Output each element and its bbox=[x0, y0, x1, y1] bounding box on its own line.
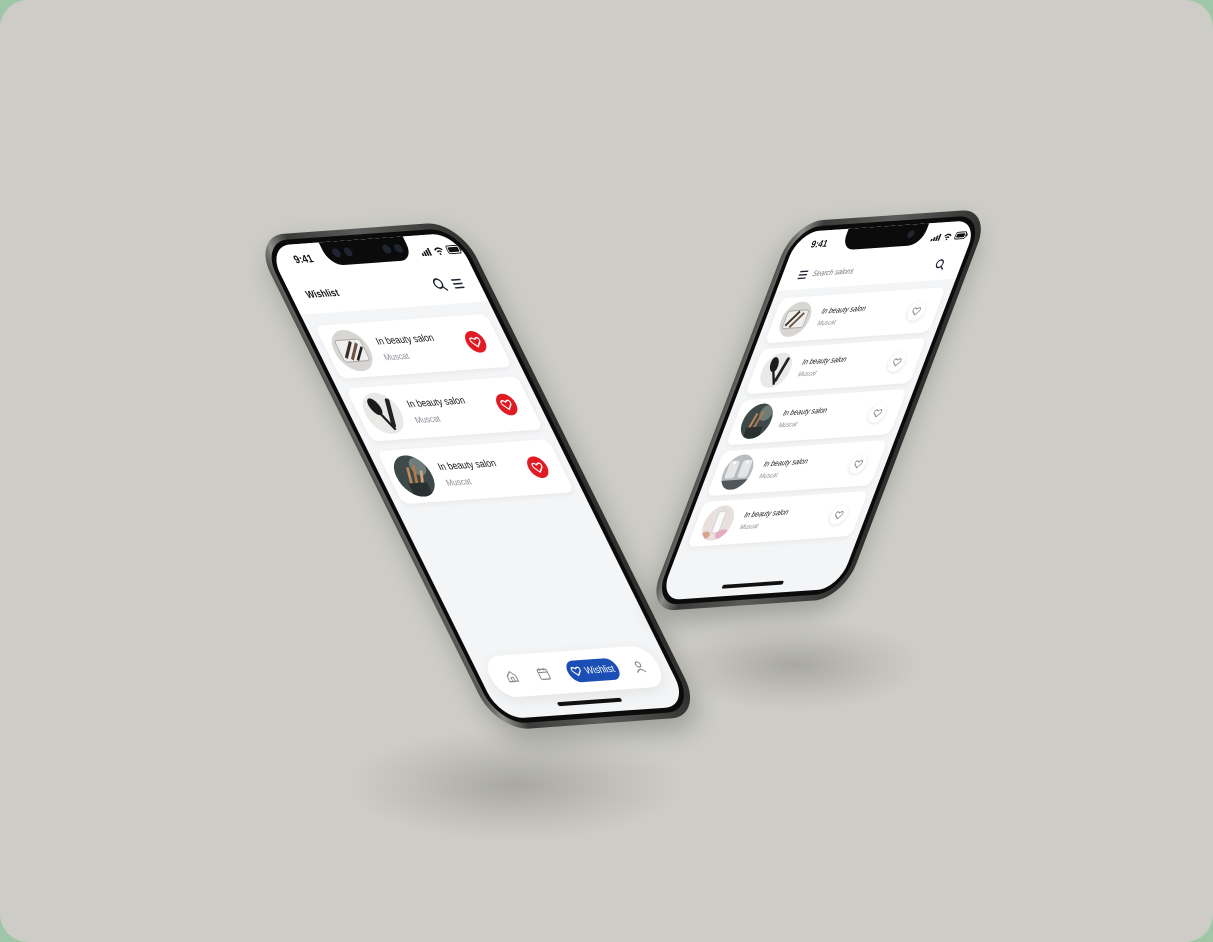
wishlist-phone-shadow bbox=[350, 730, 680, 840]
salon-city: Muscat bbox=[443, 476, 474, 488]
search-screen: 9:41 Search salons In beauty salon Musca… bbox=[658, 219, 979, 601]
salon-city: Muscat bbox=[757, 472, 779, 481]
brushes-in-cup-image bbox=[735, 402, 778, 440]
search-phone-shadow bbox=[670, 620, 920, 710]
favorite-button[interactable] bbox=[846, 453, 870, 475]
salon-city: Muscat bbox=[796, 370, 818, 379]
salon-city: Muscat bbox=[815, 319, 837, 328]
heart-icon bbox=[570, 666, 581, 677]
home-indicator bbox=[556, 697, 623, 707]
salon-name: In beauty salon bbox=[820, 303, 868, 316]
salon-city: Muscat bbox=[777, 421, 799, 430]
home-indicator bbox=[721, 580, 785, 589]
signal-icon bbox=[930, 233, 942, 241]
battery-icon bbox=[445, 244, 463, 255]
favorite-button[interactable] bbox=[461, 330, 491, 354]
salon-name: In beauty salon bbox=[743, 507, 791, 520]
tab-wishlist[interactable]: Wishlist bbox=[562, 657, 624, 683]
list-item[interactable]: In beauty salon Muscat bbox=[687, 490, 869, 548]
list-item[interactable]: In beauty salon Muscat bbox=[725, 388, 908, 446]
heart-icon bbox=[531, 461, 543, 473]
makeup-brushes-tray-image bbox=[324, 328, 381, 373]
menu-icon[interactable] bbox=[796, 270, 809, 280]
list-item[interactable]: In beauty salon Muscat bbox=[706, 439, 888, 497]
salon-thumbnail bbox=[355, 391, 412, 436]
heart-icon bbox=[893, 357, 902, 367]
status-time: 9:41 bbox=[291, 253, 316, 267]
salon-thumbnail bbox=[774, 300, 817, 338]
wifi-icon bbox=[944, 233, 952, 240]
makeup-brushes-tray-image bbox=[774, 300, 817, 338]
salon-mirrors-image bbox=[716, 453, 759, 491]
favorite-button[interactable] bbox=[492, 393, 522, 416]
brushes-in-cup-image bbox=[386, 454, 443, 498]
heart-icon bbox=[500, 399, 512, 410]
search-icon[interactable] bbox=[430, 277, 449, 292]
salon-thumbnail bbox=[754, 351, 798, 389]
sensor-dot bbox=[342, 247, 355, 257]
favorite-button[interactable] bbox=[865, 402, 890, 424]
status-icons bbox=[419, 244, 465, 257]
salon-thumbnail bbox=[716, 453, 759, 491]
list-item[interactable]: In beauty salon Muscat bbox=[764, 287, 946, 344]
list-item[interactable]: In beauty salon Muscat bbox=[345, 376, 544, 442]
cosmetics-bottles-image bbox=[696, 504, 740, 542]
salon-thumbnail bbox=[324, 328, 381, 373]
camera-dot bbox=[906, 229, 916, 239]
favorite-button[interactable] bbox=[523, 455, 553, 479]
heart-icon bbox=[469, 336, 481, 348]
signal-icon bbox=[421, 247, 432, 256]
profile-icon[interactable] bbox=[630, 660, 649, 675]
mockup-canvas: 9:41 Wishlist In beauty salon Muscat In … bbox=[0, 0, 1213, 942]
heart-icon bbox=[912, 306, 922, 316]
salon-city: Muscat bbox=[738, 523, 760, 532]
favorite-button[interactable] bbox=[904, 300, 929, 322]
salon-name: In beauty salon bbox=[762, 456, 810, 469]
wifi-icon bbox=[433, 246, 443, 255]
salon-name: In beauty salon bbox=[781, 405, 829, 418]
bottom-tab-bar: Wishlist bbox=[480, 645, 669, 699]
list-item[interactable]: In beauty salon Muscat bbox=[314, 313, 513, 379]
favorite-button[interactable] bbox=[827, 504, 851, 526]
search-icon[interactable] bbox=[933, 258, 947, 270]
menu-icon[interactable] bbox=[450, 278, 466, 290]
hair-brush-comb-image bbox=[355, 391, 412, 436]
calendar-icon[interactable] bbox=[534, 667, 553, 682]
list-item[interactable]: In beauty salon Muscat bbox=[376, 439, 575, 505]
salon-thumbnail bbox=[386, 454, 443, 498]
salon-name: In beauty salon bbox=[405, 395, 468, 411]
home-icon[interactable] bbox=[502, 669, 521, 684]
salon-thumbnail bbox=[735, 402, 778, 440]
salon-name: In beauty salon bbox=[374, 332, 437, 348]
status-icons bbox=[930, 231, 969, 241]
heart-icon bbox=[835, 510, 844, 520]
hair-brush-comb-image bbox=[754, 351, 798, 389]
salon-name: In beauty salon bbox=[436, 458, 499, 474]
page-title: Wishlist bbox=[304, 287, 342, 301]
salon-city: Muscat bbox=[381, 350, 412, 363]
list-item[interactable]: In beauty salon Muscat bbox=[745, 338, 927, 395]
salon-name: In beauty salon bbox=[801, 354, 849, 367]
heart-icon bbox=[873, 408, 883, 418]
heart-icon bbox=[854, 459, 864, 469]
tab-label: Wishlist bbox=[582, 663, 617, 677]
camera-dot bbox=[380, 244, 393, 254]
salon-thumbnail bbox=[696, 504, 740, 542]
sensor-dot bbox=[330, 248, 343, 258]
camera-dot bbox=[392, 243, 405, 254]
battery-icon bbox=[954, 231, 969, 240]
salon-city: Muscat bbox=[412, 413, 443, 426]
favorite-button[interactable] bbox=[885, 351, 909, 373]
search-input[interactable] bbox=[810, 258, 921, 282]
status-time: 9:41 bbox=[809, 238, 830, 251]
wishlist-screen: 9:41 Wishlist In beauty salon Muscat In … bbox=[266, 232, 689, 720]
